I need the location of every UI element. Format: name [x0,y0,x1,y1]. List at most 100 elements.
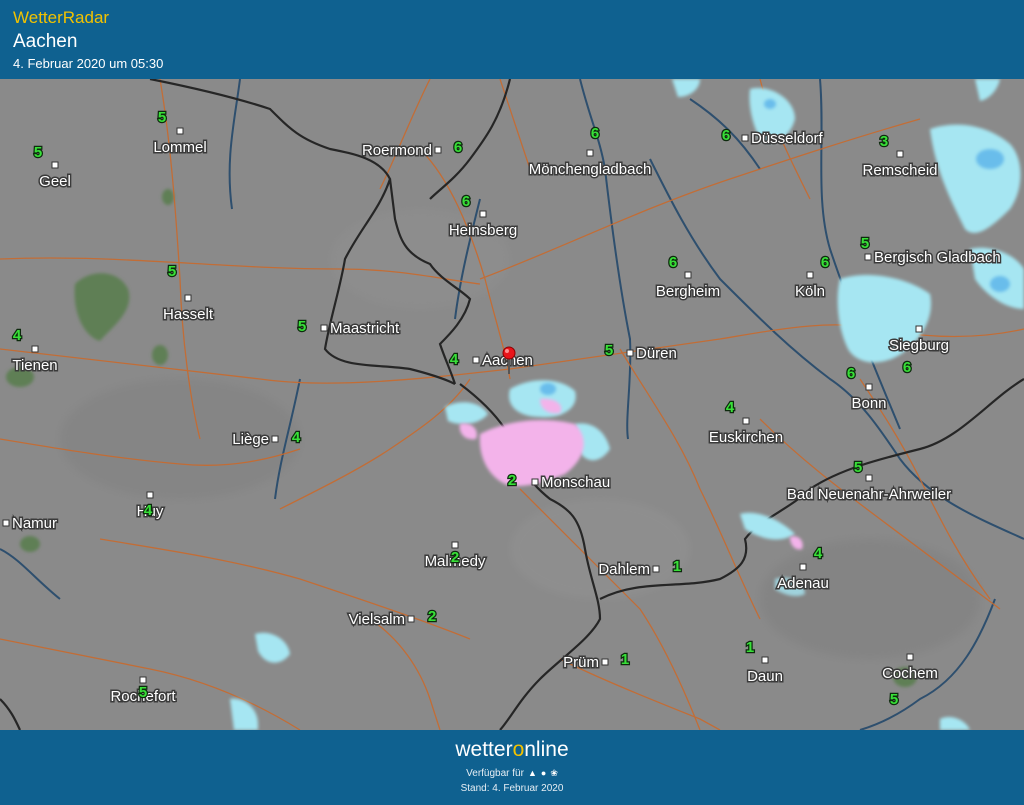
app-header: WetterRadar Aachen 4. Februar 2020 um 05… [0,0,1024,79]
windows-icon[interactable]: ❀ [550,768,558,778]
city-label-liege: Liège [232,431,269,448]
city-dot-icon [51,161,59,169]
temperature-value-bergheim: 6 [669,254,677,271]
city-label-lommel: Lommel [153,139,206,156]
city-label-hasselt: Hasselt [163,306,214,323]
temperature-value-koln: 6 [821,254,829,271]
temperature-value-malmedy: 2 [451,549,459,566]
city-dot-icon [684,271,692,279]
brand-logo[interactable]: wetteronline [0,738,1024,762]
city-marker-namur[interactable]: Namur [2,514,59,534]
app-footer: wetteronline Verfügbar für ▲ ● ❀ Stand: 4. … [0,730,1024,805]
temperature-value-bad-neuenahr-ahrweiler: 5 [854,459,862,476]
temperature-value-euskirchen: 4 [726,399,735,416]
city-dot-icon [2,519,10,527]
temperature-value-roermond: 6 [454,139,462,156]
android-icon[interactable]: ▲ [528,768,537,778]
city-label-monschau: Monschau [541,474,610,491]
city-dot-icon [479,210,487,218]
city-label-adenau: Adenau [777,575,829,592]
city-dot-icon [586,149,594,157]
city-label-bergisch-gladbach: Bergisch Gladbach [874,249,1001,266]
city-dot-icon [472,356,480,364]
city-dot-icon [531,478,539,486]
apple-icon[interactable]: ● [541,768,546,778]
city-dot-icon [434,146,442,154]
temperature-value-siegburg: 6 [903,359,911,376]
temperature-value-cochem: 5 [890,691,898,708]
temperature-value-remscheid: 3 [880,133,888,150]
city-label-maastricht: Maastricht [330,320,400,337]
city-label-koln: Köln [795,283,825,300]
city-label-euskirchen: Euskirchen [709,429,783,446]
temperature-value-lommel: 5 [158,109,166,126]
city-label-bonn: Bonn [851,395,886,412]
temperature-value-dusseldorf: 6 [722,127,730,144]
city-label-dusseldorf: Düsseldorf [751,130,824,147]
city-dot-icon [799,563,807,571]
city-dot-icon [742,417,750,425]
temperature-value-bonn: 6 [847,365,855,382]
city-dot-icon [915,325,923,333]
city-label-heinsberg: Heinsberg [449,222,517,239]
last-updated: Stand: 4. Februar 2020 [460,783,564,794]
city-dot-icon [139,676,147,684]
city-label-remscheid: Remscheid [862,162,937,179]
temperature-value-bergisch-gladbach: 5 [861,235,869,252]
city-label-geel: Geel [39,173,71,190]
city-dot-icon [601,658,609,666]
temperature-value-daun: 1 [746,639,754,656]
temperature-value-monschau: 2 [508,472,516,489]
city-dot-icon [407,615,415,623]
city-label-bad-neuenahr-ahrweiler: Bad Neuenahr-Ahrweiler [787,486,951,503]
temperature-value-monchengladbach: 6 [591,125,599,142]
city-dot-icon [806,271,814,279]
city-dot-icon [741,134,749,142]
map-canvas[interactable]: Lommel 5 Geel 5 Roermond 6 Mönchengladbach 6 Düs… [0,79,1024,730]
city-label-duren: Düren [636,345,677,362]
city-label-dahlem: Dahlem [598,561,650,578]
temperature-value-adenau: 4 [814,545,823,562]
city-dot-icon [626,349,634,357]
availability-text: Verfügbar für [466,768,524,779]
city-label-tienen: Tienen [12,357,57,374]
temperature-value-rochefort: 5 [139,684,147,701]
temperature-value-prum: 1 [621,651,629,668]
city-dot-icon [864,253,872,261]
city-label-siegburg: Siegburg [889,337,949,354]
temperature-value-geel: 5 [34,144,42,161]
city-label-vielsalm: Vielsalm [349,611,405,628]
city-dot-icon [451,541,459,549]
availability-line: Verfügbar für ▲ ● ❀ [0,768,1024,779]
city-dot-icon [31,345,39,353]
city-dot-icon [652,565,660,573]
city-label-bergheim: Bergheim [656,283,720,300]
city-dot-icon [176,127,184,135]
city-dot-icon [865,383,873,391]
radar-map[interactable]: Lommel 5 Geel 5 Roermond 6 Mönchengladbach 6 Düs… [0,79,1024,730]
temperature-value-maastricht: 5 [298,318,306,335]
city-dot-icon [320,324,328,332]
city-dot-icon [865,474,873,482]
temperature-value-aachen: 4 [450,351,459,368]
temperature-value-tienen: 4 [13,327,22,344]
pin-head-icon[interactable] [502,346,516,360]
temperature-value-vielsalm: 2 [428,608,436,625]
app-title: WetterRadar [13,8,110,27]
temperature-value-heinsberg: 6 [462,193,470,210]
city-dot-icon [761,656,769,664]
temperature-value-hasselt: 5 [168,263,176,280]
city-dot-icon [184,294,192,302]
city-dot-icon [146,491,154,499]
city-label-monchengladbach: Mönchengladbach [529,161,652,178]
city-dot-icon [906,653,914,661]
city-label-daun: Daun [747,668,783,685]
city-label-roermond: Roermond [362,142,432,159]
city-dot-icon [896,150,904,158]
temperature-value-huy: 4 [144,502,153,519]
temperature-value-liege: 4 [292,429,301,446]
city-label-cochem: Cochem [882,665,938,682]
radar-timestamp: 4. Februar 2020 um 05:30 [13,56,164,71]
city-label-namur: Namur [12,515,57,532]
city-label-prum: Prüm [563,654,599,671]
